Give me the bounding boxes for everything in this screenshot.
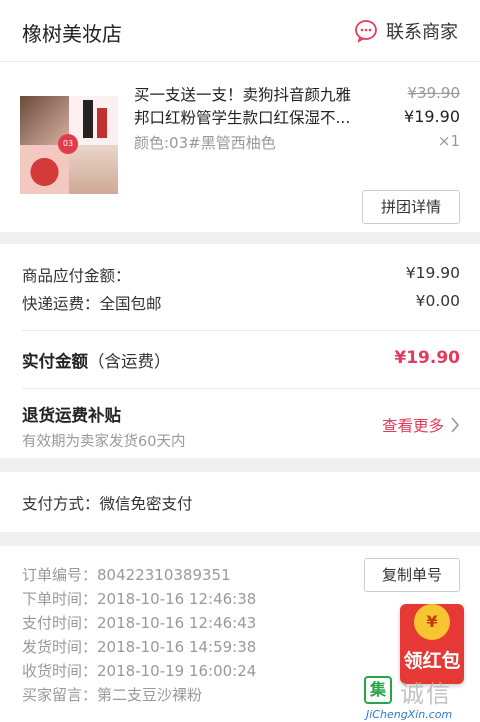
view-more-label: 查看更多 <box>381 417 444 435</box>
total-label-suffix: （含运费） <box>88 352 171 371</box>
product-item[interactable]: 03 买一支送一支！卖狗抖音颜九雅邦口红粉管学生款口红保湿不... 颜色:03#… <box>0 80 480 200</box>
product-thumbnail[interactable]: 03 <box>20 96 118 194</box>
red-packet-button[interactable]: ¥ 领红包 <box>400 604 464 684</box>
watermark: 集 诚信 JiChengXin.com <box>360 676 480 722</box>
thumb-shade-badge: 03 <box>58 134 78 154</box>
copy-order-number-button[interactable]: 复制单号 <box>364 558 460 592</box>
coin-icon: ¥ <box>414 604 450 640</box>
product-price: ¥19.90 <box>404 107 460 126</box>
contact-seller-label: 联系商家 <box>386 22 458 43</box>
contact-seller-button[interactable]: 联系商家 <box>354 18 458 44</box>
original-price: ¥39.90 <box>407 84 461 102</box>
total-value: ¥19.90 <box>394 348 460 368</box>
shipping-row: 快递运费：全国包邮 ¥0.00 <box>22 292 460 314</box>
red-packet-label: 领红包 <box>403 650 461 672</box>
goods-amount-label: 商品应付金额： <box>22 267 131 285</box>
total-row: 实付金额（含运费） ¥19.90 <box>22 348 460 372</box>
view-more-link[interactable]: 查看更多 <box>382 414 460 436</box>
order-time-line: 下单时间：2018-10-16 12:46:38 <box>22 590 257 608</box>
group-details-button[interactable]: 拼团详情 <box>362 190 460 224</box>
payment-method: 支付方式：微信免密支付 <box>22 495 193 513</box>
return-subsidy-desc: 有效期为卖家发货60天内 <box>22 434 186 450</box>
buyer-message-line: 买家留言：第二支豆沙裸粉 <box>22 686 203 704</box>
store-card: 橡树美妆店 联系商家 03 买一支送一支！卖狗抖音颜九雅邦口红粉管学生款口红保湿… <box>0 0 480 232</box>
product-quantity: ×1 <box>437 132 460 150</box>
total-label: 实付金额（含运费） <box>22 352 171 371</box>
chat-bubble-icon <box>355 20 377 43</box>
goods-amount-value: ¥19.90 <box>405 264 460 282</box>
order-number-line: 订单编号：80422310389351 <box>22 566 231 584</box>
shipping-value: ¥0.00 <box>415 292 460 310</box>
watermark-url: JiChengXin.com <box>366 708 453 721</box>
thumb-face-photo <box>69 145 118 194</box>
pay-time-line: 支付时间：2018-10-16 12:46:43 <box>22 614 257 632</box>
receive-time-line: 收货时间：2018-10-19 16:00:24 <box>22 662 257 680</box>
watermark-text: 诚信 <box>400 680 452 708</box>
ship-time-line: 发货时间：2018-10-16 14:59:38 <box>22 638 257 656</box>
store-name[interactable]: 橡树美妆店 <box>22 18 122 47</box>
divider <box>22 330 480 331</box>
product-variant: 颜色:03#黑管西柚色 <box>134 134 276 152</box>
goods-amount-row: 商品应付金额： ¥19.90 <box>22 264 460 286</box>
return-subsidy-title: 退货运费补贴 <box>22 406 121 425</box>
amount-card: 商品应付金额： ¥19.90 快递运费：全国包邮 ¥0.00 实付金额（含运费）… <box>0 244 480 458</box>
divider <box>22 388 480 389</box>
store-header: 橡树美妆店 联系商家 <box>0 0 480 62</box>
product-title[interactable]: 买一支送一支！卖狗抖音颜九雅邦口红粉管学生款口红保湿不... <box>134 84 364 130</box>
chevron-right-icon <box>451 417 460 433</box>
payment-card: 支付方式：微信免密支付 <box>0 472 480 532</box>
watermark-logo: 集 <box>364 676 392 704</box>
shipping-label: 快递运费：全国包邮 <box>22 295 162 313</box>
